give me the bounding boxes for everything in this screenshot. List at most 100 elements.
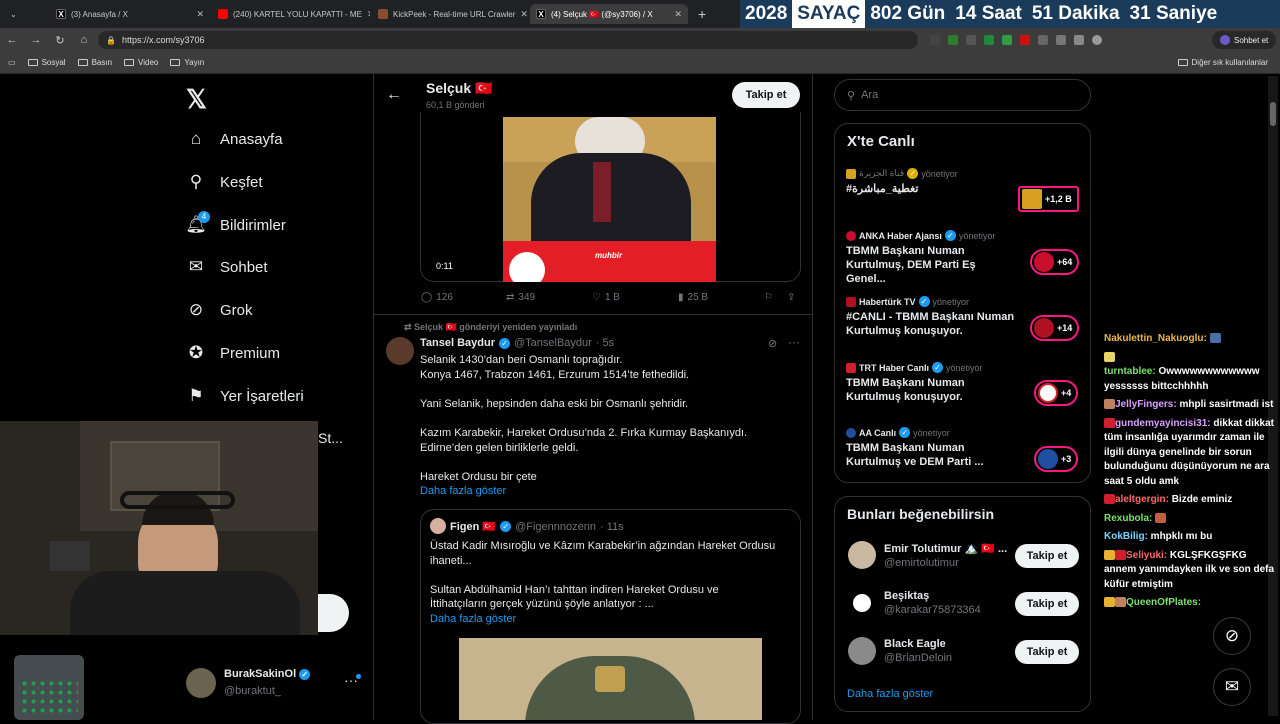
reply-button[interactable]: ◯ 126: [421, 292, 453, 303]
avatar[interactable]: [186, 668, 216, 698]
back-icon[interactable]: ←: [0, 34, 24, 46]
grok-floating-icon[interactable]: ⊘: [1213, 617, 1251, 655]
extension-icon[interactable]: [1038, 35, 1048, 45]
sidebar-item-kesfet[interactable]: ⚲ Keşfet: [186, 172, 263, 192]
account-name[interactable]: BurakSakinOl ✓: [224, 668, 311, 680]
x-logo-icon[interactable]: 𝕏: [186, 84, 207, 115]
bookmark-sosyal[interactable]: Sosyal: [27, 58, 66, 67]
chat-message: QueenOfPlates:: [1104, 596, 1276, 611]
views-button[interactable]: ▮ 25 B: [678, 292, 708, 303]
close-icon[interactable]: ✕: [196, 9, 204, 20]
verified-icon: ✓: [899, 427, 911, 438]
avatar[interactable]: [1092, 35, 1102, 45]
tab-youtube[interactable]: (240) KARTEL YOLU KAPATTI - ME ✕: [212, 4, 370, 24]
tweet-body: Selanik 1430’dan beri Osmanlı toprağıdır…: [420, 354, 748, 499]
speaker-suit: [531, 153, 691, 253]
avatar[interactable]: [386, 337, 414, 365]
suggestion-item[interactable]: Beşiktaş @karakar75873364: [848, 589, 981, 617]
tweet-author-line: Tansel Baydur ✓ @TanselBaydur · 5s: [420, 337, 614, 349]
live-count-pill[interactable]: +64: [1030, 249, 1080, 275]
home-browser-icon[interactable]: ⌂: [72, 34, 96, 46]
bookmark-tweet-button[interactable]: ⚐: [764, 292, 773, 303]
address-bar[interactable]: 🔒 https://x.com/sy3706: [98, 31, 918, 49]
follow-button[interactable]: Takip et: [1015, 640, 1079, 664]
sidebar-item-grok[interactable]: ⊘ Grok: [186, 300, 253, 320]
quote-image[interactable]: [459, 638, 762, 720]
speaker-tie: [593, 162, 611, 222]
url-text: https://x.com/sy3706: [121, 35, 205, 45]
tab-anasayfa[interactable]: X (3) Anasayfa / X ✕: [50, 4, 210, 24]
notification-badge: 4: [198, 211, 210, 223]
sidebar-item-premium[interactable]: ✪ Premium: [186, 343, 280, 363]
suggestion-item[interactable]: Emir Tolutimur 🏔️ 🇹🇷 ... @emirtolutimur: [848, 541, 1007, 569]
close-icon[interactable]: ✕: [520, 9, 528, 20]
tab-selcuk[interactable]: X (4) Selçuk 🇹🇷 (@sy3706) / X ✕: [530, 4, 688, 24]
tweet-author[interactable]: Tansel Baydur: [420, 337, 495, 349]
extension-icon[interactable]: [930, 35, 940, 45]
tweet-handle[interactable]: @TanselBaydur: [514, 337, 592, 349]
show-more-link[interactable]: Daha fazla göster: [420, 484, 747, 499]
live-count-pill[interactable]: +4: [1034, 380, 1079, 406]
quote-body: Üstad Kadir Mısıroğlu ve Kâzım Karabekir…: [430, 540, 776, 627]
chat-message: JellyFingers: mhpli sasirtmadi ist: [1104, 398, 1276, 413]
suggestions-show-more[interactable]: Daha fazla göster: [847, 688, 933, 700]
chat-message: Seliyuki: KGLŞFKGŞFKG annem yanımdayken …: [1104, 549, 1275, 590]
sidebar-item-bildirimler[interactable]: 🔔︎ 4 Bildirimler: [185, 211, 286, 235]
headphones: [120, 491, 235, 509]
sidebar-item-anasayfa[interactable]: ⌂ Anasayfa: [186, 129, 283, 149]
bookmark-video[interactable]: Video: [124, 58, 158, 67]
tweet-more-icon[interactable]: ···: [788, 335, 800, 349]
counter-hours: 14 Saat: [955, 3, 1022, 24]
extension-icon[interactable]: [984, 35, 994, 45]
grok-tweet-icon[interactable]: ⊘: [768, 337, 777, 350]
bookmark-basin[interactable]: Basın: [77, 58, 112, 67]
candy-jar-contents: [20, 679, 78, 717]
extension-icon[interactable]: [1056, 35, 1066, 45]
tab-kickpeek[interactable]: KickPeek - Real-time URL Crawler ✕: [372, 4, 530, 24]
copilot-button[interactable]: Sohbet et: [1212, 31, 1277, 49]
follow-button[interactable]: Takip et: [1015, 592, 1079, 616]
back-arrow-icon[interactable]: ←: [386, 86, 402, 104]
sidebar-item-yer-isaretleri[interactable]: ⚑ Yer İşaretleri: [186, 386, 303, 406]
live-count-pill[interactable]: +3: [1034, 446, 1079, 472]
retweet-button[interactable]: ⇄ 349: [506, 292, 535, 303]
new-tab-button[interactable]: +: [692, 4, 712, 24]
live-title: X'te Canlı: [847, 133, 915, 150]
tweet-time[interactable]: · 5s: [596, 337, 614, 349]
unread-dot: [356, 674, 361, 679]
retweet-icon: ⇄: [506, 292, 515, 303]
tab-list-button[interactable]: ⌄: [4, 4, 24, 24]
profile-follow-button[interactable]: Takip et: [732, 82, 800, 108]
suggestions-title: Bunları beğenebilirsin: [847, 506, 995, 522]
bookmark-settings-icon[interactable]: ▭: [8, 58, 16, 67]
microphone: [50, 541, 90, 571]
bookmark-yayin[interactable]: Yayın: [170, 58, 204, 67]
live-count-pill[interactable]: +1,2 B: [1018, 186, 1079, 212]
sidebar-item-more-partial[interactable]: St...: [318, 430, 343, 446]
copilot-icon: [1220, 35, 1230, 45]
scrollbar-thumb[interactable]: [1270, 102, 1276, 126]
views-icon: ▮: [678, 292, 684, 303]
extension-icon[interactable]: [966, 35, 976, 45]
quote-show-more-link[interactable]: Daha fazla göster: [430, 612, 775, 627]
live-count-pill[interactable]: +14: [1030, 315, 1080, 341]
search-input[interactable]: ⚲ Ara: [834, 79, 1091, 111]
follow-button[interactable]: Takip et: [1015, 544, 1079, 568]
extension-icon[interactable]: [1074, 35, 1084, 45]
messages-floating-icon[interactable]: ✉: [1213, 668, 1251, 706]
folder-icon: [1177, 59, 1188, 66]
like-button[interactable]: ♡ 1 B: [592, 292, 620, 303]
extension-icon[interactable]: [1020, 35, 1030, 45]
suggestion-item[interactable]: Black Eagle @BrianDeloin: [848, 637, 952, 665]
share-button[interactable]: ⇪: [787, 292, 795, 303]
sidebar-item-sohbet[interactable]: ✉ Sohbet: [186, 257, 268, 277]
extension-icon[interactable]: [948, 35, 958, 45]
extension-icon[interactable]: [1002, 35, 1012, 45]
avatar: [1034, 318, 1054, 338]
other-bookmarks[interactable]: Diğer sık kullanılanlar: [1177, 58, 1268, 67]
video-player[interactable]: muhbir: [503, 117, 716, 282]
close-icon[interactable]: ✕: [367, 9, 370, 20]
forward-icon[interactable]: →: [24, 34, 48, 46]
close-icon[interactable]: ✕: [674, 9, 682, 20]
reload-icon[interactable]: ↻: [48, 34, 72, 47]
